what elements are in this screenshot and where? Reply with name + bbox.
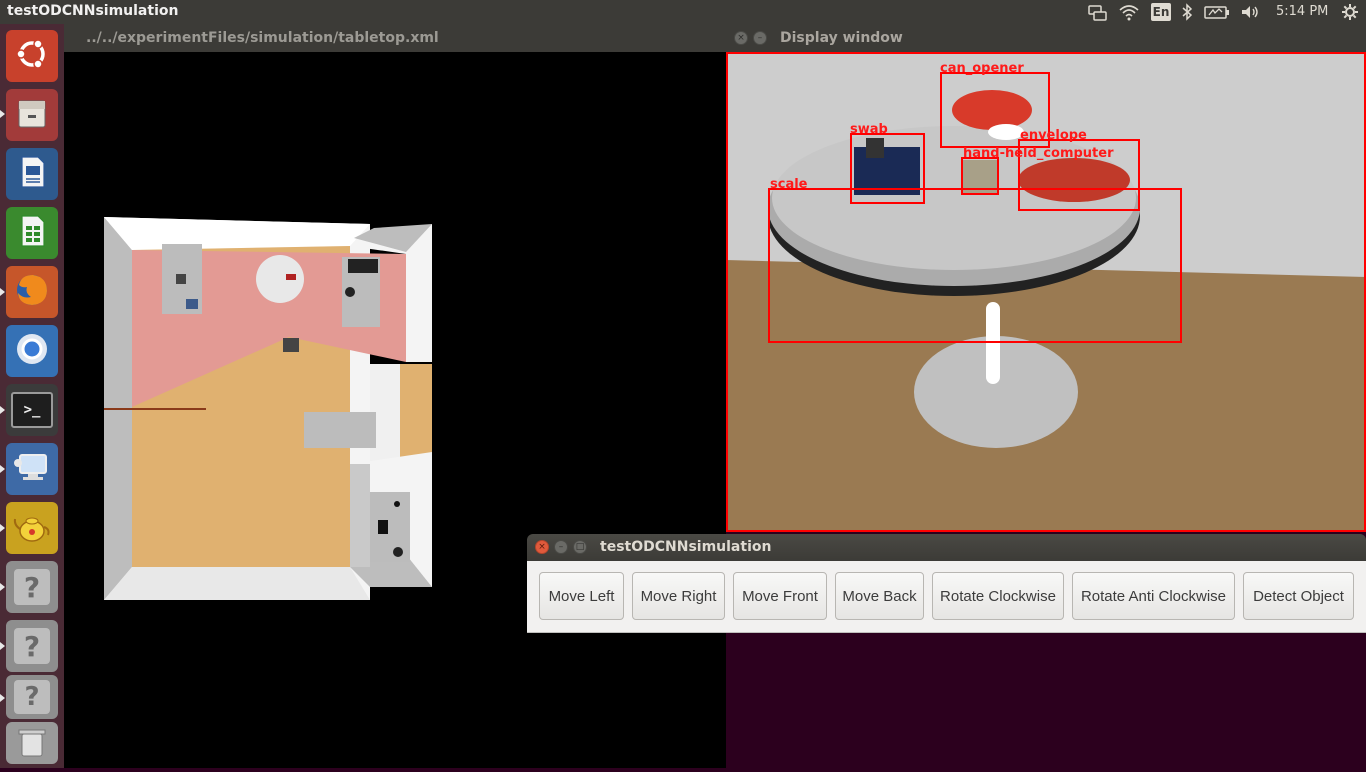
launcher-terminal[interactable]: >_ [6,384,58,436]
rotate-anti-clockwise-button[interactable]: Rotate Anti Clockwise [1072,572,1235,620]
control-window-title: testODCNNsimulation [600,539,772,555]
writer-document-icon [14,154,50,194]
close-icon: × [737,33,745,43]
move-right-button[interactable]: Move Right [632,572,725,620]
control-close-button[interactable]: × [535,540,549,554]
display-minimize-button[interactable]: – [753,31,767,45]
display-window-title: Display window [780,30,903,46]
question-mark-icon: ? [14,569,50,605]
teapot-icon [12,507,52,549]
display-close-button[interactable]: × [734,31,748,45]
calc-spreadsheet-icon [14,213,50,253]
launcher-unknown-app-1[interactable]: ? [6,561,58,613]
launcher-chromium[interactable] [6,325,58,377]
move-back-button[interactable]: Move Back [835,572,924,620]
display-camera-view: can_opener swab envelope hand-held_compu… [726,52,1366,532]
control-maximize-button[interactable]: □ [573,540,587,554]
chromium-icon [13,330,51,372]
launcher-ubuntu-dash[interactable] [6,30,58,82]
control-minimize-button[interactable]: – [554,540,568,554]
detect-object-button[interactable]: Detect Object [1243,572,1354,620]
launcher-files[interactable] [6,89,58,141]
move-front-button[interactable]: Move Front [733,572,827,620]
launcher-trash[interactable] [6,722,58,764]
terminal-icon: >_ [11,392,53,428]
running-indicator [0,694,5,702]
question-mark-icon: ? [14,628,50,664]
running-indicator [0,110,5,118]
simulation-viewport[interactable] [64,52,726,768]
launcher-teapot-app[interactable] [6,502,58,554]
network-bridge-icon[interactable] [1086,3,1108,21]
wifi-icon[interactable] [1118,3,1140,21]
move-left-button[interactable]: Move Left [539,572,624,620]
room-topdown-render [104,217,432,600]
firefox-icon [13,271,51,313]
settings-gear-icon[interactable] [1341,3,1359,21]
keyboard-layout-indicator[interactable]: En [1151,3,1171,21]
active-app-title: testODCNNsimulation [7,3,179,19]
display-window-border [726,52,1366,532]
minimize-icon: – [757,33,763,43]
running-indicator [0,642,5,650]
trash-icon [14,724,50,762]
close-icon: × [538,542,546,552]
launcher-remote-desktop[interactable] [6,443,58,495]
simulation-window-title: ../../experimentFiles/simulation/tableto… [86,30,439,46]
volume-icon[interactable] [1240,3,1262,21]
running-indicator [0,406,5,414]
minimize-icon: – [558,542,564,552]
launcher-unknown-app-2[interactable]: ? [6,620,58,672]
clock[interactable]: 5:14 PM [1276,4,1328,19]
launcher-firefox[interactable] [6,266,58,318]
desktop-background [827,633,1366,768]
running-indicator [0,524,5,532]
ubuntu-logo-icon [14,36,50,76]
running-indicator [0,583,5,591]
maximize-icon: □ [575,542,585,552]
question-mark-icon: ? [14,680,50,714]
battery-icon[interactable] [1204,3,1230,21]
running-indicator [0,465,5,473]
launcher-libreoffice-writer[interactable] [6,148,58,200]
rotate-clockwise-button[interactable]: Rotate Clockwise [932,572,1064,620]
file-cabinet-icon [14,95,50,135]
running-indicator [0,288,5,296]
launcher-unknown-app-3[interactable]: ? [6,675,58,719]
remote-desktop-icon [12,449,52,489]
launcher-libreoffice-calc[interactable] [6,207,58,259]
bluetooth-icon[interactable] [1180,3,1194,21]
